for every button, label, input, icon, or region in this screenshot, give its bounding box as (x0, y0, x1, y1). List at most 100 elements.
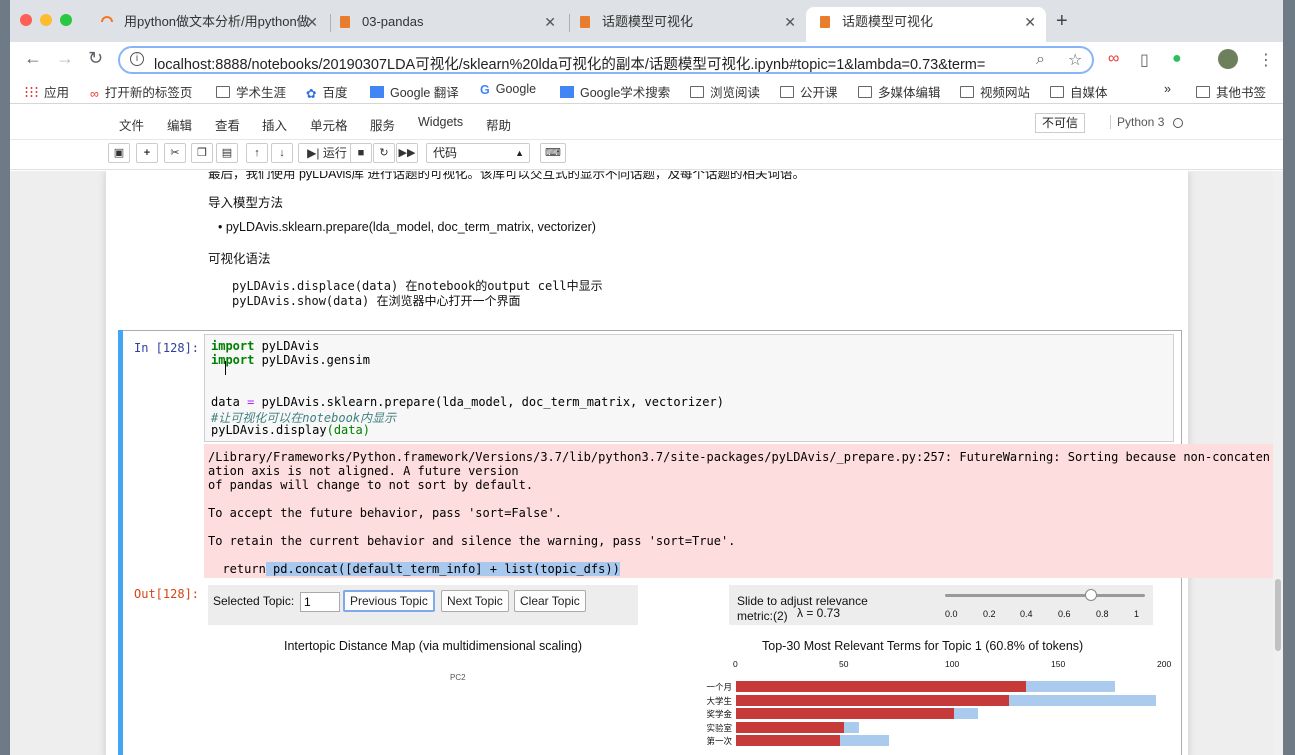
search-icon[interactable]: ⌕ (1036, 51, 1045, 69)
tab-4-active[interactable]: 话题模型可视化 ✕ (806, 7, 1046, 42)
menu-file[interactable]: 文件 (119, 115, 144, 134)
bookmark-self-media[interactable]: 自媒体 (1050, 82, 1108, 101)
tab-3[interactable]: 话题模型可视化 ✕ (566, 7, 806, 42)
back-button[interactable]: ← (24, 48, 42, 69)
x-tick-label: 50 (839, 659, 849, 669)
move-down-button[interactable]: ↓ (271, 143, 293, 163)
tab-2-title: 03-pandas (362, 14, 424, 29)
lambda-slider[interactable] (945, 594, 1145, 597)
term-label[interactable]: 一个月 (686, 681, 732, 693)
bookmark-open-course[interactable]: 公开课 (780, 82, 838, 101)
clear-topic-button[interactable]: Clear Topic (514, 590, 586, 612)
evernote-icon[interactable]: ● (1172, 50, 1182, 68)
slider-tick: 0.8 (1096, 609, 1109, 619)
extension-infinity-icon[interactable]: ∞ (1108, 50, 1119, 68)
menu-widgets[interactable]: Widgets (418, 115, 463, 129)
text-cursor-icon (225, 361, 226, 375)
page-scrollbar[interactable] (1273, 171, 1283, 755)
save-button[interactable]: ▣ (108, 143, 130, 163)
bookmark-google-translate[interactable]: Google 翻译 (370, 82, 459, 101)
topic-frequency-bar (736, 708, 955, 719)
code-editor[interactable]: import pyLDAvis import pyLDAvis.gensim d… (204, 334, 1174, 442)
interrupt-button[interactable]: ■ (350, 143, 372, 163)
slider-tick: 1 (1134, 609, 1140, 619)
bookmarks-overflow-button[interactable]: » (1164, 82, 1171, 96)
url-input[interactable]: i localhost:8888/notebooks/20190307LDA可视… (118, 46, 1094, 74)
star-icon[interactable]: ☆ (1068, 50, 1082, 70)
close-window-button[interactable] (20, 14, 32, 26)
stderr-output: /Library/Frameworks/Python.framework/Ver… (204, 444, 1273, 578)
bookmark-newtab[interactable]: ∞ 打开新的标签页 (90, 82, 192, 101)
copy-button[interactable]: ❐ (191, 143, 213, 163)
term-label[interactable]: 第一次 (686, 735, 732, 747)
menu-edit[interactable]: 编辑 (167, 115, 192, 134)
input-prompt: In [128]: (134, 341, 200, 355)
previous-topic-button[interactable]: Previous Topic (343, 590, 435, 612)
info-icon[interactable]: i (130, 52, 144, 66)
maximize-window-button[interactable] (60, 14, 72, 26)
relevance-slider-panel: Slide to adjust relevance metric:(2) λ =… (729, 585, 1153, 625)
term-label[interactable]: 实验室 (686, 722, 732, 734)
tab-1[interactable]: 用python做文本分析/用python做 ✕ (88, 7, 328, 42)
next-topic-button[interactable]: Next Topic (441, 590, 509, 612)
new-tab-button[interactable]: + (1056, 10, 1068, 33)
bookmark-google-scholar[interactable]: Google学术搜索 (560, 82, 670, 101)
markdown-bullet: • pyLDAvis.sklearn.prepare(lda_model, do… (218, 220, 596, 234)
tab-2[interactable]: 03-pandas ✕ (326, 7, 566, 42)
bookmark-baidu[interactable]: ✿ 百度 (306, 82, 348, 101)
folder-icon (1050, 86, 1064, 98)
avatar[interactable] (1218, 49, 1238, 69)
extension-doc-icon[interactable]: ▯ (1140, 50, 1149, 70)
restart-run-all-button[interactable]: ▶▶ (396, 143, 418, 163)
close-icon[interactable]: ✕ (544, 7, 556, 37)
folder-icon (960, 86, 974, 98)
tab-4-title: 话题模型可视化 (842, 14, 934, 29)
folder-icon (858, 86, 872, 98)
folder-icon (780, 86, 794, 98)
bookmark-video[interactable]: 视频网站 (960, 82, 1030, 101)
paste-button[interactable]: ▤ (216, 143, 238, 163)
bookmark-reading[interactable]: 浏览阅读 (690, 82, 760, 101)
folder-icon (216, 86, 230, 98)
command-palette-button[interactable]: ⌨ (540, 143, 566, 163)
menu-help[interactable]: 帮助 (486, 115, 511, 134)
intertopic-map-title: Intertopic Distance Map (via multidimens… (284, 639, 583, 653)
close-icon[interactable]: ✕ (1024, 7, 1036, 37)
x-tick-label: 150 (1051, 659, 1066, 669)
menu-view[interactable]: 查看 (215, 115, 240, 134)
cut-button[interactable]: ✂ (164, 143, 186, 163)
scholar-icon (560, 86, 574, 98)
bookmark-other[interactable]: 其他书签 (1196, 82, 1266, 101)
bar-chart-title: Top-30 Most Relevant Terms for Topic 1 (… (762, 639, 1084, 653)
cell-type-select[interactable]: 代码 ▲ (426, 143, 530, 163)
minimize-window-button[interactable] (40, 14, 52, 26)
lambda-slider-handle[interactable] (1085, 589, 1097, 601)
select-arrow-icon: ▲ (515, 148, 524, 158)
bookmark-apps[interactable]: 应用 (24, 82, 69, 101)
bookmark-multimedia[interactable]: 多媒体编辑 (858, 82, 941, 101)
bookmark-academic[interactable]: 学术生涯 (216, 82, 286, 101)
close-icon[interactable]: ✕ (306, 7, 318, 37)
reload-button[interactable]: ↻ (88, 48, 103, 69)
restart-button[interactable]: ↻ (373, 143, 395, 163)
close-icon[interactable]: ✕ (784, 7, 796, 37)
url-text: localhost:8888/notebooks/20190307LDA可视化/… (154, 57, 986, 73)
trust-button[interactable]: 不可信 (1035, 113, 1086, 133)
slider-tick: 0.4 (1020, 609, 1033, 619)
selected-topic-input[interactable] (300, 592, 340, 612)
insert-cell-button[interactable]: + (136, 143, 158, 163)
bookmark-google[interactable]: G Google (480, 82, 536, 97)
forward-button[interactable]: → (56, 48, 74, 69)
scrollbar-thumb[interactable] (1275, 579, 1281, 651)
more-menu-icon[interactable]: ⋮ (1258, 50, 1274, 70)
term-label[interactable]: 奖学金 (686, 708, 732, 720)
menu-kernel[interactable]: 服务 (370, 115, 395, 134)
topic-frequency-bar (736, 721, 845, 733)
kernel-name: Python 3 (1110, 115, 1164, 129)
menu-insert[interactable]: 插入 (262, 115, 287, 134)
term-label[interactable]: 大学生 (686, 695, 732, 707)
move-up-button[interactable]: ↑ (246, 143, 268, 163)
menu-cell[interactable]: 单元格 (310, 115, 348, 134)
run-button[interactable]: ▶| 运行 (298, 143, 356, 163)
folder-icon (1196, 86, 1210, 98)
